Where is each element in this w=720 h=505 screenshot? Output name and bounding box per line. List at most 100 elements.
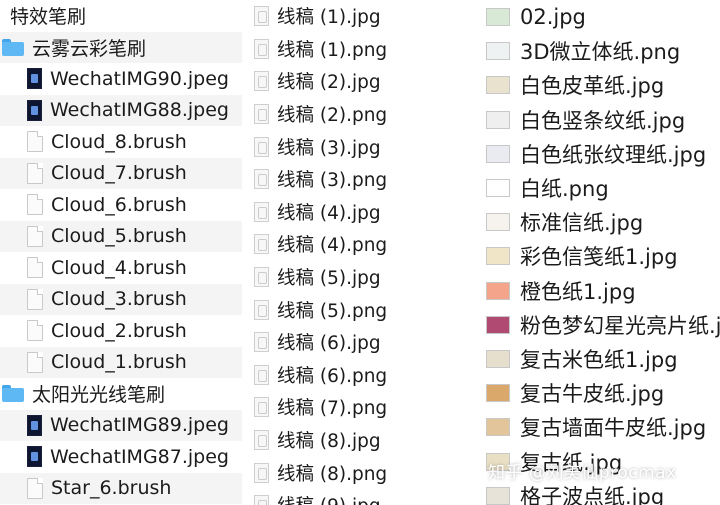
file-row[interactable]: 线稿 (5).png bbox=[250, 293, 478, 326]
file-name-label: 白色纸张纹理纸.jpg bbox=[520, 142, 707, 167]
file-row[interactable]: 线稿 (1).jpg bbox=[250, 0, 478, 33]
file-name-label: 线稿 (1).png bbox=[277, 39, 388, 61]
file-name-label: 线稿 (4).jpg bbox=[277, 202, 381, 224]
file-row[interactable]: 线稿 (5).jpg bbox=[250, 261, 478, 294]
file-row[interactable]: 线稿 (7).png bbox=[250, 391, 478, 424]
file-row[interactable]: 复古米色纸1.jpg bbox=[482, 342, 720, 376]
sketch-thumbnail-icon bbox=[254, 397, 269, 418]
file-name-label: 彩色信笺纸1.jpg bbox=[520, 245, 678, 270]
document-icon bbox=[27, 225, 43, 247]
file-row[interactable]: 橙色纸1.jpg bbox=[482, 274, 720, 308]
file-name-label: 线稿 (3).png bbox=[277, 170, 388, 192]
paper-swatch-icon bbox=[486, 8, 510, 27]
folder-row[interactable]: 云雾云彩笔刷 bbox=[0, 31, 242, 63]
document-icon bbox=[27, 131, 43, 153]
folder-header-label: 特效笔刷 bbox=[10, 6, 87, 29]
image-thumbnail-icon bbox=[27, 414, 42, 436]
file-row[interactable]: 白纸.png bbox=[482, 171, 720, 205]
file-row[interactable]: 线稿 (8).png bbox=[250, 456, 478, 489]
sketch-thumbnail-icon bbox=[254, 299, 269, 320]
file-name-label: Cloud_8.brush bbox=[51, 130, 187, 153]
file-row[interactable]: 线稿 (2).jpg bbox=[250, 65, 478, 98]
file-row[interactable]: 白色纸张纹理纸.jpg bbox=[482, 137, 720, 171]
file-name-label: Star_6.brush bbox=[51, 477, 172, 500]
file-row[interactable]: 粉色梦幻星光亮片纸.jpg bbox=[482, 308, 720, 342]
sketch-thumbnail-icon bbox=[254, 6, 269, 27]
file-row[interactable]: 线稿 (8).jpg bbox=[250, 424, 478, 457]
sketch-thumbnail-icon bbox=[254, 38, 269, 59]
file-name-label: Cloud_4.brush bbox=[51, 256, 187, 279]
file-row[interactable]: 线稿 (1).png bbox=[250, 33, 478, 66]
file-name-label: 粉色梦幻星光亮片纸.jpg bbox=[520, 313, 720, 338]
document-icon bbox=[27, 257, 43, 279]
file-row[interactable]: 02.jpg bbox=[482, 0, 720, 34]
file-row[interactable]: Cloud_6.brush bbox=[0, 189, 242, 221]
sketch-thumbnail-icon bbox=[254, 234, 269, 255]
folder-icon bbox=[2, 385, 24, 403]
file-row[interactable]: Cloud_3.brush bbox=[0, 283, 242, 315]
paper-swatch-icon bbox=[486, 110, 510, 129]
file-row[interactable]: WechatIMG90.jpeg bbox=[0, 63, 242, 95]
file-name-label: WechatIMG87.jpeg bbox=[50, 445, 229, 468]
file-row[interactable]: 白色竖条纹纸.jpg bbox=[482, 103, 720, 137]
paper-swatch-icon bbox=[486, 486, 510, 505]
file-row[interactable]: Cloud_8.brush bbox=[0, 126, 242, 158]
file-name-label: 线稿 (6).jpg bbox=[277, 333, 381, 355]
file-row[interactable]: 复古墙面牛皮纸.jpg bbox=[482, 410, 720, 444]
sketch-thumbnail-icon bbox=[254, 104, 269, 125]
folder-row[interactable]: 太阳光光线笔刷 bbox=[0, 378, 242, 410]
sketch-thumbnail-icon bbox=[254, 201, 269, 222]
file-row[interactable]: 白色皮革纸.jpg bbox=[482, 68, 720, 102]
watermark: 知乎 @刘美仙procmax bbox=[488, 463, 677, 483]
file-row[interactable]: WechatIMG87.jpeg bbox=[0, 441, 242, 473]
file-row[interactable]: Cloud_7.brush bbox=[0, 157, 242, 189]
image-thumbnail-icon bbox=[27, 446, 42, 468]
file-row[interactable]: 复古牛皮纸.jpg bbox=[482, 376, 720, 410]
folder-icon bbox=[2, 38, 24, 56]
document-icon bbox=[27, 320, 43, 342]
file-row[interactable]: 线稿 (6).jpg bbox=[250, 326, 478, 359]
file-row[interactable]: Star_6.brush bbox=[0, 472, 242, 504]
file-row[interactable]: Cloud_1.brush bbox=[0, 346, 242, 378]
paper-swatch-icon bbox=[486, 144, 510, 163]
file-row[interactable]: 线稿 (4).jpg bbox=[250, 196, 478, 229]
file-row[interactable]: 线稿 (2).png bbox=[250, 98, 478, 131]
sketch-thumbnail-icon bbox=[254, 71, 269, 92]
paper-swatch-icon bbox=[486, 179, 510, 198]
file-name-label: 格子波点纸.jpg bbox=[520, 484, 665, 505]
paper-swatch-icon bbox=[486, 384, 510, 403]
file-name-label: 线稿 (8).jpg bbox=[277, 431, 381, 453]
file-name-label: 线稿 (2).jpg bbox=[277, 72, 381, 94]
file-name-label: 复古牛皮纸.jpg bbox=[520, 382, 665, 407]
file-row[interactable]: Cloud_4.brush bbox=[0, 252, 242, 284]
file-name-label: 02.jpg bbox=[520, 5, 586, 30]
document-icon bbox=[27, 351, 43, 373]
file-row[interactable]: 线稿 (4).png bbox=[250, 228, 478, 261]
file-row[interactable]: WechatIMG89.jpeg bbox=[0, 409, 242, 441]
file-row[interactable]: Cloud_5.brush bbox=[0, 220, 242, 252]
file-row[interactable]: 彩色信笺纸1.jpg bbox=[482, 239, 720, 273]
file-name-label: 复古米色纸1.jpg bbox=[520, 347, 678, 372]
file-row[interactable]: 标准信纸.jpg bbox=[482, 205, 720, 239]
file-row[interactable]: 线稿 (9).jpg bbox=[250, 489, 478, 505]
paper-swatch-icon bbox=[486, 247, 510, 266]
folder-header[interactable]: 特效笔刷 bbox=[0, 0, 242, 32]
line-art-column: 线稿 (1).jpg 线稿 (1).png 线稿 (2).jpg 线稿 (2).png… bbox=[250, 0, 478, 505]
file-row[interactable]: 线稿 (3).jpg bbox=[250, 130, 478, 163]
file-row[interactable]: WechatIMG88.jpeg bbox=[0, 94, 242, 126]
sketch-thumbnail-icon bbox=[254, 430, 269, 451]
file-row[interactable]: 线稿 (6).png bbox=[250, 359, 478, 392]
document-icon bbox=[27, 162, 43, 184]
brush-folder-column: 特效笔刷 云雾云彩笔刷 WechatIMG90.jpeg WechatIMG88.jp… bbox=[0, 0, 242, 505]
file-row[interactable]: Cloud_2.brush bbox=[0, 315, 242, 347]
document-icon bbox=[27, 194, 43, 216]
file-name-label: 线稿 (5).png bbox=[277, 300, 388, 322]
file-row[interactable]: 线稿 (3).png bbox=[250, 163, 478, 196]
paper-swatch-icon bbox=[486, 349, 510, 368]
file-name-label: 白色竖条纹纸.jpg bbox=[520, 108, 686, 133]
sketch-thumbnail-icon bbox=[254, 495, 269, 505]
file-name-label: Cloud_5.brush bbox=[51, 225, 187, 248]
document-icon bbox=[27, 477, 43, 499]
file-name-label: 线稿 (2).png bbox=[277, 105, 388, 127]
file-row[interactable]: 3D微立体纸.png bbox=[482, 34, 720, 68]
